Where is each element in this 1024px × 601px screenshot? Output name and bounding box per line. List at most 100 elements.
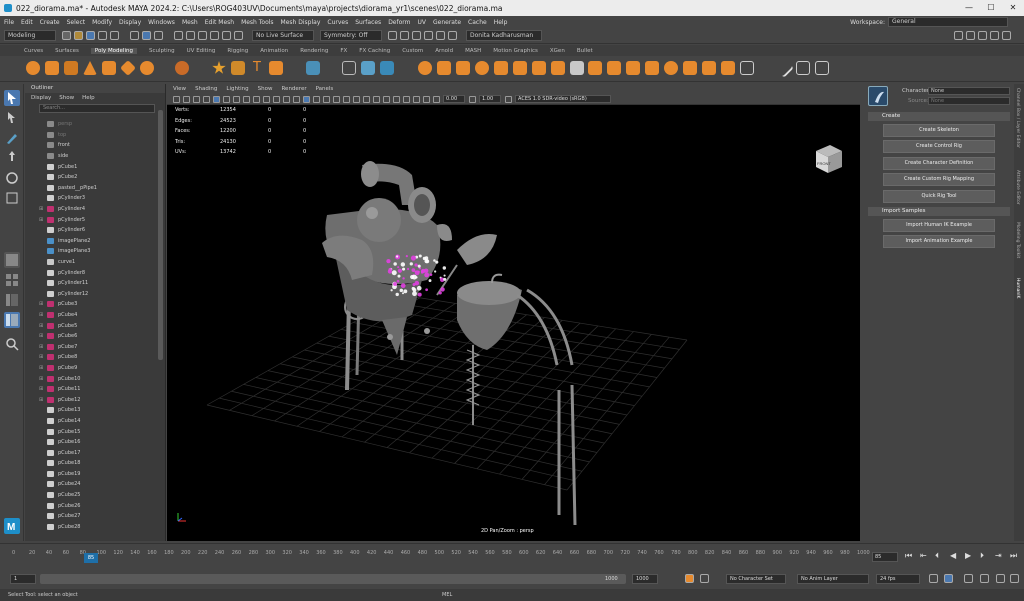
resolution-gate-icon[interactable] bbox=[253, 95, 260, 103]
shelf-tab-surfaces[interactable]: Surfaces bbox=[55, 48, 79, 54]
textured-icon[interactable] bbox=[333, 95, 340, 103]
extrude-icon[interactable] bbox=[607, 61, 621, 75]
anim-preferences-gear-icon[interactable] bbox=[1010, 574, 1019, 583]
bevel-icon[interactable] bbox=[626, 61, 640, 75]
boolean-difference-icon[interactable] bbox=[437, 61, 451, 75]
shelf-tab-bullet[interactable]: Bullet bbox=[577, 48, 593, 54]
xray-joints-icon[interactable] bbox=[423, 95, 430, 103]
channel-box-toggle-icon[interactable] bbox=[1002, 31, 1011, 40]
type-tool-icon[interactable]: T bbox=[250, 61, 264, 75]
play-forwards-icon[interactable]: ▶ bbox=[965, 551, 971, 560]
select-tool-icon[interactable] bbox=[4, 90, 20, 106]
shadows-icon[interactable] bbox=[353, 95, 360, 103]
persp-outliner-layout-icon[interactable] bbox=[4, 292, 20, 308]
character-set-dropdown[interactable]: No Character Set bbox=[726, 574, 786, 584]
shelf-tab-animation[interactable]: Animation bbox=[260, 48, 288, 54]
outliner-item[interactable]: pCylinder3 bbox=[25, 193, 158, 204]
menu-uv[interactable]: UV bbox=[418, 19, 427, 26]
menu-curves[interactable]: Curves bbox=[327, 19, 348, 26]
expand-toggle-icon[interactable]: ⊞ bbox=[39, 333, 45, 339]
tool-settings-toggle-icon[interactable] bbox=[990, 31, 999, 40]
outliner-menu-display[interactable]: Display bbox=[31, 95, 51, 101]
audio-icon[interactable] bbox=[944, 574, 953, 583]
snap-point-icon[interactable] bbox=[198, 31, 207, 40]
end-frame-field[interactable]: 1000 bbox=[632, 574, 658, 584]
outliner-item[interactable]: pCylinder12 bbox=[25, 289, 158, 300]
menu-select[interactable]: Select bbox=[67, 19, 86, 26]
render-frame-icon[interactable] bbox=[388, 31, 397, 40]
outliner-item[interactable]: pCube27 bbox=[25, 511, 158, 522]
outliner-item[interactable]: pCube28 bbox=[25, 522, 158, 533]
outliner-item[interactable]: ⊞ pCube4 bbox=[25, 310, 158, 321]
bridge-icon[interactable] bbox=[551, 61, 565, 75]
snap-grid-icon[interactable] bbox=[174, 31, 183, 40]
quadrangulate-icon[interactable] bbox=[588, 61, 602, 75]
isolate-select-icon[interactable] bbox=[403, 95, 410, 103]
expand-toggle-icon[interactable]: ⊞ bbox=[39, 312, 45, 318]
depth-of-field-icon[interactable] bbox=[393, 95, 400, 103]
outliner-item[interactable]: pCube16 bbox=[25, 437, 158, 448]
outliner-item[interactable]: pCube26 bbox=[25, 500, 158, 511]
symmetry-dropdown[interactable]: Symmetry: Off bbox=[320, 30, 382, 41]
save-scene-icon[interactable] bbox=[86, 31, 95, 40]
outliner-item[interactable]: pCube24 bbox=[25, 479, 158, 490]
history-icon[interactable] bbox=[234, 31, 243, 40]
reduce-icon[interactable] bbox=[532, 61, 546, 75]
menu-surfaces[interactable]: Surfaces bbox=[355, 19, 381, 26]
mirror-icon[interactable] bbox=[475, 61, 489, 75]
four-view-layout-icon[interactable] bbox=[4, 272, 20, 288]
anti-aliasing-icon[interactable] bbox=[383, 95, 390, 103]
exposure-icon[interactable] bbox=[433, 95, 440, 103]
collapse-icon[interactable] bbox=[702, 61, 716, 75]
menu-display[interactable]: Display bbox=[119, 19, 141, 26]
shelf-tab-arnold[interactable]: Arnold bbox=[435, 48, 453, 54]
expand-toggle-icon[interactable]: ⊞ bbox=[39, 206, 45, 212]
outliner-item[interactable]: pCube13 bbox=[25, 405, 158, 416]
shelf-tab-uv-editing[interactable]: UV Editing bbox=[187, 48, 216, 54]
xray-icon[interactable] bbox=[413, 95, 420, 103]
safe-action-icon[interactable] bbox=[283, 95, 290, 103]
time-editor-icon[interactable] bbox=[996, 574, 1005, 583]
maya-m-icon[interactable]: M bbox=[4, 518, 20, 534]
snap-view-icon[interactable] bbox=[210, 31, 219, 40]
loop-icon[interactable] bbox=[929, 574, 938, 583]
view-transform-dropdown[interactable]: ACES 1.0 SDR-video (sRGB) bbox=[515, 95, 611, 103]
merge-icon[interactable] bbox=[664, 61, 678, 75]
step-back-frame-icon[interactable]: ⏴ bbox=[935, 551, 939, 561]
minimize-button[interactable]: — bbox=[958, 0, 980, 16]
time-slider[interactable]: 0 20 40 60 80 100 120 140 160 180 200 220 240 260 280 3… bbox=[0, 543, 1024, 569]
boolean-union-icon[interactable] bbox=[418, 61, 432, 75]
outliner-item[interactable]: ⊞ pCube12 bbox=[25, 394, 158, 405]
menu-windows[interactable]: Windows bbox=[148, 19, 175, 26]
outliner-scrollbar[interactable] bbox=[158, 110, 163, 360]
expand-toggle-icon[interactable]: ⊞ bbox=[39, 365, 45, 371]
menu-mesh[interactable]: Mesh bbox=[182, 19, 198, 26]
shelf-tab-curves[interactable]: Curves bbox=[24, 48, 43, 54]
menu-file[interactable]: File bbox=[4, 19, 14, 26]
separate-icon[interactable] bbox=[361, 61, 375, 75]
step-back-key-icon[interactable]: ⇤ bbox=[920, 551, 927, 560]
pause-icon[interactable] bbox=[436, 31, 445, 40]
create-control-rig-button[interactable]: Create Control Rig bbox=[883, 140, 995, 153]
outliner-item[interactable]: ⊞ pCube9 bbox=[25, 363, 158, 374]
step-forward-key-icon[interactable]: ⇥ bbox=[995, 551, 1002, 560]
close-button[interactable]: ✕ bbox=[1002, 0, 1024, 16]
platonic-solid-icon[interactable] bbox=[175, 61, 189, 75]
select-camera-icon[interactable] bbox=[173, 95, 180, 103]
viewport-menu-view[interactable]: View bbox=[173, 86, 186, 92]
menu-edit-mesh[interactable]: Edit Mesh bbox=[205, 19, 234, 26]
import-human-ik-example-button[interactable]: Import Human IK Example bbox=[883, 219, 995, 232]
menu-create[interactable]: Create bbox=[40, 19, 60, 26]
shelf-tab-poly-modeling[interactable]: Poly Modeling bbox=[90, 47, 137, 54]
ambient-occlusion-icon[interactable] bbox=[363, 95, 370, 103]
viewport-menu-shading[interactable]: Shading bbox=[195, 86, 217, 92]
bookmarks-icon[interactable] bbox=[193, 95, 200, 103]
boolean-intersection-icon[interactable] bbox=[456, 61, 470, 75]
expand-toggle-icon[interactable]: ⊞ bbox=[39, 217, 45, 223]
current-frame-field[interactable]: 85 bbox=[872, 552, 898, 562]
quick-rig-tool-button[interactable]: Quick Rig Tool bbox=[883, 190, 995, 203]
extract-icon[interactable] bbox=[494, 61, 508, 75]
paint-select-tool-icon[interactable] bbox=[4, 130, 20, 146]
auto-key-icon[interactable] bbox=[700, 574, 709, 583]
smooth-icon[interactable] bbox=[380, 61, 394, 75]
